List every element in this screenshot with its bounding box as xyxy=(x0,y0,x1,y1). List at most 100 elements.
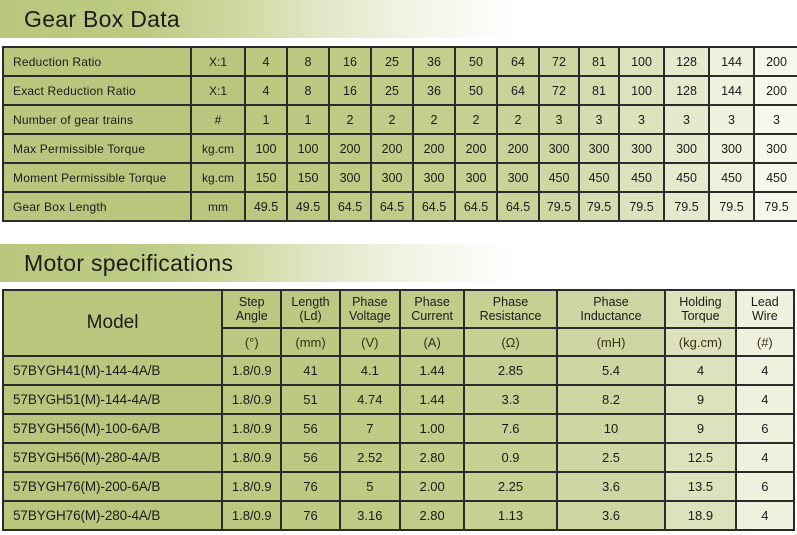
motor-header-lead-wire: Lead Wire xyxy=(734,289,796,329)
gearbox-cell: 8 xyxy=(286,46,330,77)
gearbox-cell: 100 xyxy=(618,46,665,77)
motor-holding-torque: 4 xyxy=(664,355,737,386)
motor-step-angle: 1.8/0.9 xyxy=(221,471,283,502)
motor-step-angle: 1.8/0.9 xyxy=(221,355,283,386)
header-line-2: (Ld) xyxy=(299,309,322,323)
gearbox-cell: 36 xyxy=(412,75,456,106)
header-line-2: Wire xyxy=(751,309,778,323)
gearbox-cell: 16 xyxy=(328,75,372,106)
gearbox-cell: 300 xyxy=(496,162,540,193)
motor-length: 76 xyxy=(280,500,341,531)
gearbox-cell: 128 xyxy=(663,46,710,77)
motor-holding-torque: 13.5 xyxy=(664,471,737,502)
header-line-2: Inductance xyxy=(580,309,642,323)
gearbox-cell: 64.5 xyxy=(412,191,456,222)
motor-step-angle: 1.8/0.9 xyxy=(221,500,283,531)
motor-table: Model Step Angle Length (Ld) Phase Volta… xyxy=(1,289,796,531)
motor-phase-resistance: 2.85 xyxy=(463,355,558,386)
gearbox-cell: 200 xyxy=(328,133,372,164)
gearbox-cell: 2 xyxy=(454,104,498,135)
motor-unit-phase-resistance: (Ω) xyxy=(463,327,558,357)
gearbox-cell: 300 xyxy=(663,133,710,164)
gearbox-cell: 1 xyxy=(244,104,288,135)
motor-phase-inductance: 2.5 xyxy=(555,442,667,473)
motor-phase-current: 1.00 xyxy=(398,413,466,444)
gearbox-cell: 2 xyxy=(328,104,372,135)
motor-phase-inductance: 5.4 xyxy=(555,355,667,386)
table-row: 57BYGH41(M)-144-4A/B 1.8/0.9 41 4.1 1.44… xyxy=(1,355,796,386)
gearbox-row-unit: # xyxy=(190,104,246,135)
table-row: 57BYGH56(M)-100-6A/B 1.8/0.9 56 7 1.00 7… xyxy=(1,413,796,444)
header-line-2: Torque xyxy=(681,309,720,323)
header-line-2: Voltage xyxy=(348,309,391,323)
gearbox-cell: 25 xyxy=(370,46,414,77)
gearbox-cell: 200 xyxy=(370,133,414,164)
gearbox-cell: 79.5 xyxy=(538,191,580,222)
gearbox-cell: 50 xyxy=(454,46,498,77)
gearbox-cell: 450 xyxy=(753,162,797,193)
gearbox-cell: 64 xyxy=(496,75,540,106)
gearbox-cell: 450 xyxy=(538,162,580,193)
gearbox-cell: 200 xyxy=(753,46,797,77)
motor-phase-voltage: 2.52 xyxy=(338,442,401,473)
motor-model: 57BYGH76(M)-280-4A/B xyxy=(1,500,224,531)
gearbox-cell: 3 xyxy=(578,104,620,135)
header-line-1: Phase xyxy=(593,295,629,309)
motor-model: 57BYGH51(M)-144-4A/B xyxy=(1,384,224,415)
gearbox-cell: 79.5 xyxy=(618,191,665,222)
table-row: Max Permissible Torque kg.cm 100 100 200… xyxy=(2,133,797,164)
motor-unit-phase-current: (A) xyxy=(398,327,466,357)
table-row: Reduction Ratio X:1 4 8 16 25 36 50 64 7… xyxy=(2,46,797,77)
header-line-2: Angle xyxy=(235,309,268,323)
motor-unit-step-angle: (°) xyxy=(221,327,283,357)
motor-unit-length: (mm) xyxy=(280,327,341,357)
gearbox-cell: 50 xyxy=(454,75,498,106)
motor-header-step-angle: Step Angle xyxy=(221,289,283,329)
motor-phase-current: 2.80 xyxy=(398,500,466,531)
gearbox-row-label: Reduction Ratio xyxy=(2,46,192,77)
motor-holding-torque: 9 xyxy=(664,384,737,415)
motor-phase-inductance: 10 xyxy=(555,413,667,444)
gearbox-cell: 200 xyxy=(753,75,797,106)
motor-unit-phase-inductance: (mH) xyxy=(555,327,667,357)
gearbox-table-wrapper: Reduction Ratio X:1 4 8 16 25 36 50 64 7… xyxy=(0,46,797,222)
gearbox-row-label: Exact Reduction Ratio xyxy=(2,75,192,106)
gearbox-cell: 3 xyxy=(618,104,665,135)
motor-phase-resistance: 1.13 xyxy=(463,500,558,531)
motor-model: 57BYGH56(M)-280-4A/B xyxy=(1,442,224,473)
gearbox-cell: 300 xyxy=(328,162,372,193)
motor-header-model: Model xyxy=(1,289,224,357)
motor-phase-voltage: 3.16 xyxy=(338,500,401,531)
motor-holding-torque: 9 xyxy=(664,413,737,444)
motor-lead-wire: 6 xyxy=(734,471,796,502)
motor-phase-resistance: 0.9 xyxy=(463,442,558,473)
gearbox-cell: 79.5 xyxy=(578,191,620,222)
table-row: Number of gear trains # 1 1 2 2 2 2 2 3 … xyxy=(2,104,797,135)
gearbox-cell: 200 xyxy=(496,133,540,164)
gearbox-cell: 25 xyxy=(370,75,414,106)
gearbox-cell: 100 xyxy=(286,133,330,164)
motor-step-angle: 1.8/0.9 xyxy=(221,442,283,473)
gearbox-cell: 150 xyxy=(286,162,330,193)
gearbox-cell: 1 xyxy=(286,104,330,135)
gearbox-table-body: Reduction Ratio X:1 4 8 16 25 36 50 64 7… xyxy=(2,46,797,222)
gearbox-cell: 100 xyxy=(618,75,665,106)
gearbox-row-label: Max Permissible Torque xyxy=(2,133,192,164)
gearbox-cell: 72 xyxy=(538,75,580,106)
gearbox-cell: 300 xyxy=(454,162,498,193)
header-line-1: Phase xyxy=(492,295,529,309)
gearbox-cell: 49.5 xyxy=(244,191,288,222)
motor-header-row: Model Step Angle Length (Ld) Phase Volta… xyxy=(1,289,796,357)
header-line-1: Length xyxy=(291,295,330,309)
gearbox-cell: 200 xyxy=(412,133,456,164)
gearbox-cell: 79.5 xyxy=(663,191,710,222)
table-row: Gear Box Length mm 49.5 49.5 64.5 64.5 6… xyxy=(2,191,797,222)
motor-phase-current: 2.00 xyxy=(398,471,466,502)
motor-length: 56 xyxy=(280,413,341,444)
gearbox-cell: 450 xyxy=(578,162,620,193)
motor-lead-wire: 4 xyxy=(734,500,796,531)
gearbox-cell: 3 xyxy=(663,104,710,135)
motor-model: 57BYGH41(M)-144-4A/B xyxy=(1,355,224,386)
motor-length: 51 xyxy=(280,384,341,415)
motor-header-holding-torque: Holding Torque xyxy=(664,289,737,329)
